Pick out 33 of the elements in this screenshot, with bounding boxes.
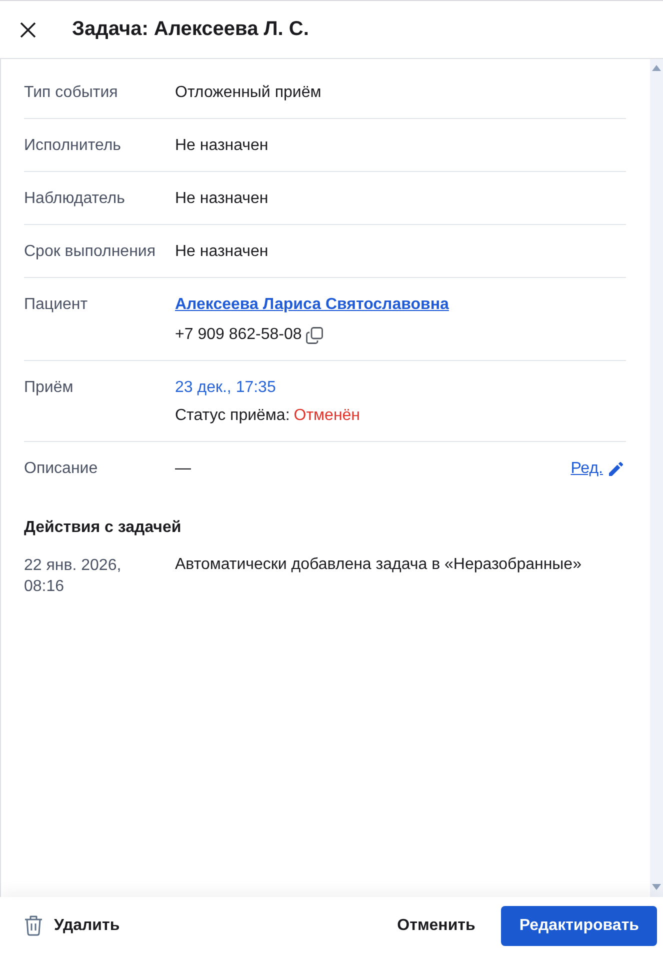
pencil-icon: [609, 462, 623, 476]
field-label: Наблюдатель: [24, 189, 126, 209]
panel-title: Задача: Алексеева Л. С.: [72, 18, 309, 41]
scroll-up-icon[interactable]: [652, 65, 661, 71]
scroll-down-icon[interactable]: [652, 884, 661, 890]
field-value: Не назначен: [175, 190, 268, 207]
field-label: Пациент: [24, 295, 89, 315]
phone-number: +7 909 862-58-08: [175, 325, 302, 345]
field-value: Отложенный приём: [175, 84, 322, 101]
field-value: —: [175, 459, 191, 479]
field-label: Срок выполнения: [24, 242, 157, 262]
appointment-link[interactable]: 23 дек., 17:35: [175, 379, 276, 396]
entry-date: 22 янв. 2026, 08:16: [24, 556, 122, 597]
field-label: Тип события: [24, 83, 119, 103]
close-icon: [20, 22, 36, 38]
close-button[interactable]: [18, 20, 38, 40]
section-heading: Действия с задачей: [24, 518, 182, 538]
status-label: Статус приёма:: [175, 406, 290, 426]
trash-icon: [24, 915, 43, 936]
field-value: Не назначен: [175, 243, 268, 260]
field-label: Исполнитель: [24, 136, 122, 156]
scrollbar[interactable]: [650, 59, 663, 897]
status-value: Отменён: [294, 406, 360, 426]
edit-button[interactable]: Редактировать: [501, 906, 657, 946]
copy-icon[interactable]: [306, 326, 323, 344]
delete-button[interactable]: Удалить: [24, 915, 120, 936]
patient-link[interactable]: Алексеева Лариса Святославовна: [175, 296, 449, 313]
cancel-button[interactable]: Отменить: [381, 906, 492, 944]
entry-text: Автоматически добавлена задача в «Неразобранные»: [175, 555, 582, 575]
field-label: Описание: [24, 459, 99, 479]
field-label: Приём: [24, 378, 74, 398]
edit-link[interactable]: Ред.: [570, 459, 626, 479]
field-value: Не назначен: [175, 137, 268, 154]
